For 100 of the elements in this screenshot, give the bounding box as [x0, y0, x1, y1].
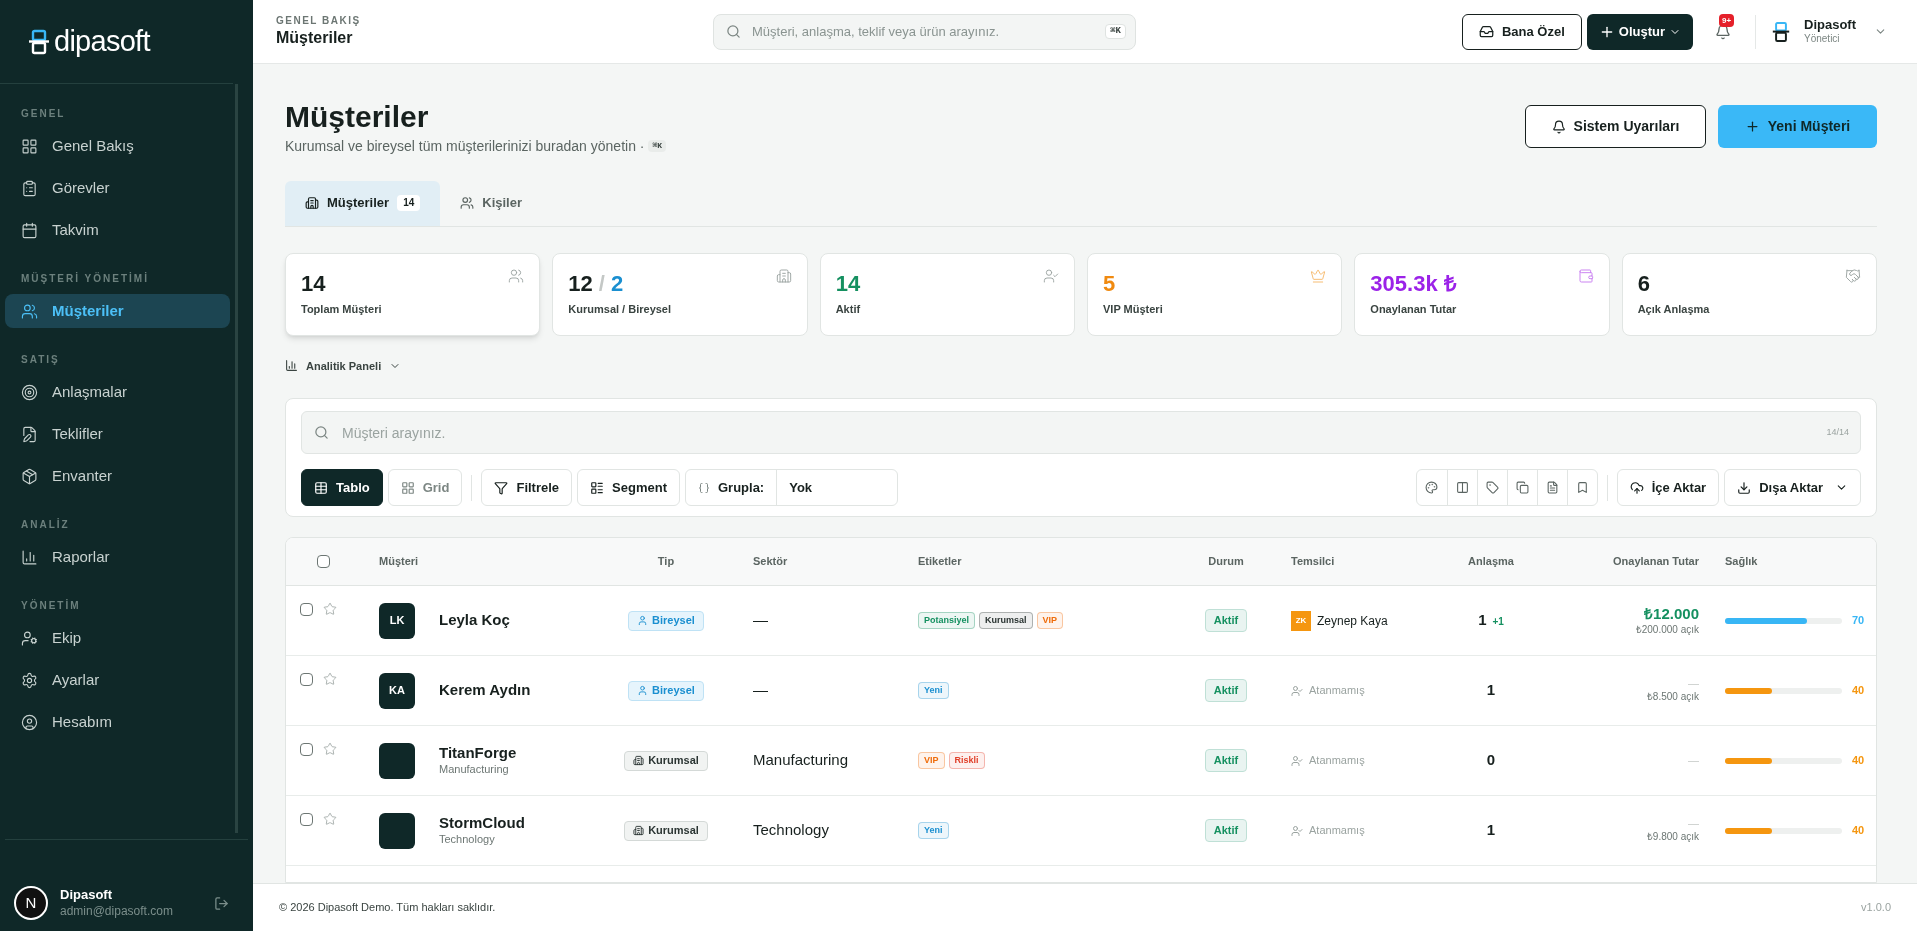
- nav-item[interactable]: Teklifler: [5, 417, 230, 451]
- tag: VIP: [1036, 612, 1064, 629]
- nav-icon: [21, 629, 38, 647]
- tab-count: 14: [397, 195, 421, 211]
- view-toggle[interactable]: Grid: [387, 469, 463, 506]
- stat-card[interactable]: 14 Aktif: [819, 252, 1075, 336]
- nav-item[interactable]: Görevler: [5, 171, 230, 205]
- column-header: Sağlık: [1724, 554, 1759, 570]
- segment-button[interactable]: Segment: [577, 469, 680, 506]
- stat-card[interactable]: 6 Açık Anlaşma: [1621, 252, 1877, 336]
- user-icon: [1291, 824, 1303, 837]
- tool-icon[interactable]: [1515, 481, 1529, 494]
- rep-avatar: ZK: [1291, 610, 1311, 631]
- nav-icon: [21, 425, 38, 443]
- plus-icon: [1744, 119, 1760, 134]
- version: v1.0.0: [1861, 900, 1891, 916]
- nav-item[interactable]: Genel Bakış: [5, 129, 230, 163]
- customer-name[interactable]: Kerem Aydın: [439, 681, 531, 700]
- sector-text: Technology: [752, 820, 830, 841]
- new-customer-button[interactable]: Yeni Müşteri: [1718, 105, 1877, 148]
- open-amount: ₺8.500 açık: [1646, 691, 1699, 704]
- stat-label: Toplam Müşteri: [301, 302, 383, 317]
- building-icon: [633, 825, 645, 836]
- analytics-toggle[interactable]: Analitik Paneli: [285, 357, 402, 374]
- section-heading: GENEL: [20, 107, 67, 121]
- tool-icon[interactable]: [1425, 481, 1439, 494]
- breadcrumb: GENEL BAKIŞ: [276, 15, 362, 28]
- building-icon: [305, 196, 319, 210]
- import-button[interactable]: İçe Aktar: [1616, 469, 1720, 506]
- star-icon[interactable]: [323, 672, 337, 686]
- approved-amount: ₺12.000: [1644, 604, 1699, 624]
- stat-card[interactable]: 5 VIP Müşteri: [1087, 252, 1343, 336]
- person-icon: [637, 685, 649, 696]
- nav-item[interactable]: Ekip: [5, 621, 230, 655]
- personal-button[interactable]: Bana Özel: [1461, 13, 1582, 50]
- select-all-checkbox[interactable]: [317, 555, 330, 568]
- rep-unassigned: Atanmamış: [1309, 823, 1365, 839]
- nav-item[interactable]: Müşteriler: [5, 294, 230, 328]
- health-score: 40: [1852, 823, 1865, 839]
- nav-icon: [21, 179, 38, 197]
- filter-icon: [494, 480, 509, 495]
- tool-icon[interactable]: [1545, 481, 1559, 494]
- view-toggle[interactable]: Tablo: [301, 469, 383, 506]
- rep-unassigned: Atanmamış: [1309, 683, 1365, 699]
- star-icon[interactable]: [323, 602, 337, 616]
- customer-name[interactable]: StormCloud: [439, 814, 525, 833]
- type-badge: Bireysel: [628, 680, 704, 701]
- grid-icon: [400, 480, 415, 495]
- tab[interactable]: Müşteriler 14: [285, 180, 441, 226]
- customer-name[interactable]: Leyla Koç: [439, 611, 510, 630]
- customer-name[interactable]: TitanForge: [439, 744, 517, 763]
- row-checkbox[interactable]: [300, 602, 313, 616]
- customer-avatar: [379, 742, 415, 779]
- create-button[interactable]: Oluştur: [1586, 13, 1693, 50]
- stat-card[interactable]: 12 / 2 Kurumsal / Bireysel: [552, 252, 808, 336]
- tool-icon[interactable]: [1455, 481, 1469, 494]
- person-icon: [637, 615, 649, 626]
- nav-item[interactable]: Anlaşmalar: [5, 375, 230, 409]
- filter-button[interactable]: Filtrele: [481, 469, 573, 506]
- stat-card[interactable]: 14 Toplam Müşteri: [285, 252, 541, 336]
- upload-icon: [1629, 480, 1644, 495]
- nav-item[interactable]: Raporlar: [5, 540, 230, 574]
- nav-item[interactable]: Takvim: [5, 213, 230, 247]
- bell-icon[interactable]: [1715, 23, 1731, 40]
- type-badge: Kurumsal: [624, 750, 708, 771]
- star-icon[interactable]: [323, 812, 337, 826]
- stat-value: 14: [301, 269, 326, 297]
- nav-icon: [21, 383, 38, 401]
- stat-card[interactable]: 305.3k ₺ Onaylanan Tutar: [1354, 252, 1610, 336]
- nav-item[interactable]: Envanter: [5, 459, 230, 493]
- segment-icon: [590, 480, 605, 495]
- logout-icon[interactable]: [214, 895, 229, 911]
- deal-count: 1: [1486, 820, 1496, 841]
- stat-label: Açık Anlaşma: [1637, 302, 1711, 317]
- stat-icon: [1845, 267, 1861, 284]
- tool-icon[interactable]: [1575, 481, 1589, 494]
- status-badge: Aktif: [1204, 749, 1248, 772]
- star-icon[interactable]: [323, 742, 337, 756]
- stat-value: 6: [1637, 269, 1650, 297]
- stat-icon: [508, 267, 525, 284]
- row-checkbox[interactable]: [300, 812, 313, 826]
- row-checkbox[interactable]: [300, 742, 313, 756]
- stat-value: 14: [835, 269, 861, 297]
- deal-extra: +1: [1492, 615, 1504, 630]
- user-icon: [1291, 684, 1303, 697]
- user-name: Dipasoft: [60, 887, 113, 904]
- export-button[interactable]: Dışa Aktar: [1724, 469, 1861, 506]
- group-select[interactable]: Grupla: Yok: [684, 469, 898, 506]
- tab[interactable]: Kişiler: [440, 180, 542, 226]
- tag: Yeni: [918, 682, 949, 699]
- stat-label: Onaylanan Tutar: [1370, 302, 1458, 317]
- alerts-button[interactable]: Sistem Uyarıları: [1525, 105, 1706, 148]
- row-checkbox[interactable]: [300, 672, 313, 686]
- nav-item[interactable]: Ayarlar: [5, 663, 230, 697]
- stat-label: VIP Müşteri: [1103, 302, 1164, 317]
- page-title: Müşteriler: [285, 99, 430, 135]
- stat-icon: [1577, 267, 1594, 284]
- nav-item[interactable]: Hesabım: [5, 705, 230, 739]
- tool-icon[interactable]: [1485, 481, 1499, 494]
- section-heading: MÜŞTERİ YÖNETİMİ: [20, 271, 150, 286]
